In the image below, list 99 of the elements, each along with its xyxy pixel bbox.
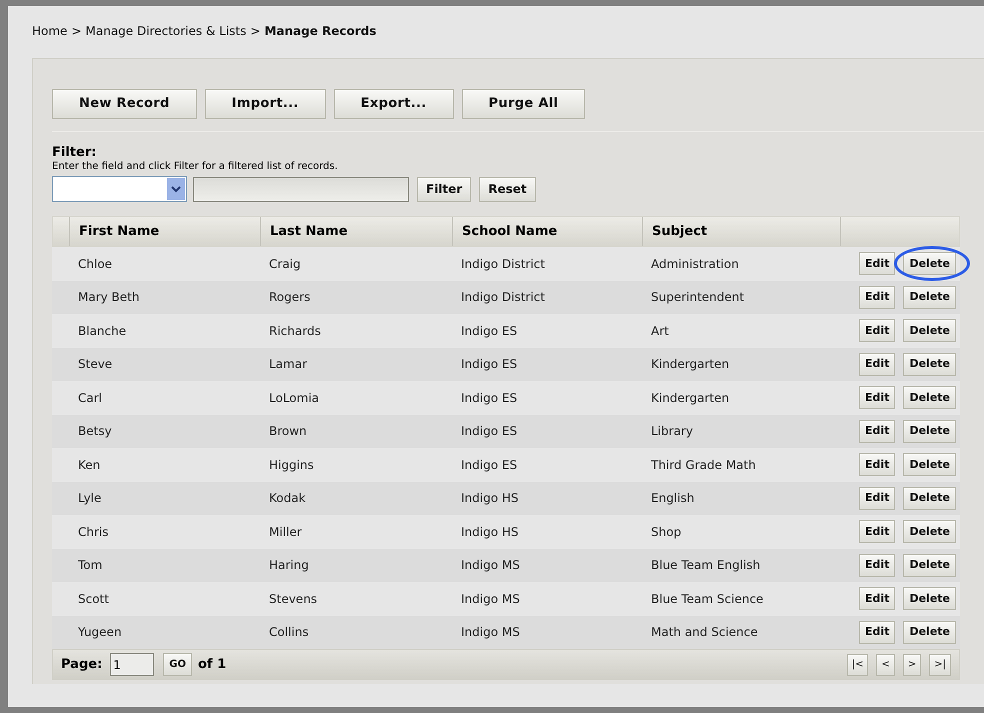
edit-button[interactable]: Edit [859,520,896,544]
table-cell-text: Superintendent [650,289,746,306]
table-cell-text: Brown [268,423,308,440]
table-cell-text: Indigo ES [460,423,518,440]
table-cell-text: Higgins [268,456,315,474]
table-cell-text: Art [650,322,670,340]
table-cell-text: Indigo District [460,256,546,273]
pager-nav-button[interactable]: < [876,654,895,676]
table-cell-text: Math and Science [650,624,759,642]
delete-button[interactable]: Delete [903,386,956,410]
toolbar-button[interactable]: New Record [52,89,197,119]
filter-button[interactable]: Reset [479,176,536,202]
toolbar-button[interactable]: Import... [204,89,326,119]
edit-button[interactable]: Edit [859,252,896,276]
breadcrumb-link[interactable]: Manage Directories & Lists [86,22,246,40]
edit-button[interactable]: Edit [859,319,896,342]
table-cell-text: Miller [268,524,303,541]
table-cell-text: Lamar [268,356,308,374]
table-cell-text: Blanche [77,322,128,340]
table-cell-text: Indigo MS [460,590,521,608]
breadcrumb-link[interactable]: Home [32,22,68,40]
delete-button[interactable]: Delete [903,554,956,577]
table-cell-text: Rogers [268,289,312,306]
table-cell-text: Scott [77,590,110,608]
column-header[interactable]: Subject [643,217,841,246]
table-cell-text: English [650,490,696,508]
table-cell-text: Haring [268,557,310,574]
delete-button[interactable]: Delete [903,486,956,510]
delete-button[interactable]: Delete [903,620,956,644]
table-cell-text: Ken [77,456,102,474]
column-header[interactable]: School Name [453,217,643,246]
edit-button[interactable]: Edit [859,386,896,410]
edit-button[interactable]: Edit [859,352,896,376]
table-cell-text: Betsy [77,423,113,440]
page-input[interactable]: 1 [110,653,154,676]
table-cell-text: Shop [650,524,682,541]
table-cell-text: Kodak [268,490,307,508]
delete-button[interactable]: Delete [903,520,956,544]
breadcrumb-current: Manage Records [264,23,376,40]
delete-button[interactable]: Delete [903,352,956,376]
table-cell-text: Indigo HS [460,524,520,541]
table-cell-text: Chloe [77,256,114,273]
table-cell-text: Indigo ES [460,322,518,340]
column-header[interactable]: Last Name [261,217,453,246]
delete-button[interactable]: Delete [903,587,956,610]
table-cell-text: Indigo MS [460,557,521,574]
pager-nav-button[interactable]: |< [846,654,868,676]
table-cell-text: Stevens [268,590,318,608]
pager-nav-button[interactable]: > [902,654,922,676]
table-cell-text: Administration [650,256,740,273]
table-cell-text: Tom [77,557,104,574]
edit-button[interactable]: Edit [859,587,896,610]
breadcrumb-separator: > [250,23,260,40]
table-cell-text: Chris [77,524,110,541]
filter-button[interactable]: Filter [417,176,472,202]
table-cell-text: Indigo ES [460,356,518,374]
table-cell-text: Blue Team English [650,557,762,574]
filter-title: Filter: [52,146,98,160]
delete-button[interactable]: Delete [903,420,956,443]
delete-button[interactable]: Delete [903,252,956,276]
table-cell-text: Mary Beth [77,289,140,306]
table-cell-text: Indigo ES [460,390,518,407]
table-cell-text: Blue Team Science [650,590,764,608]
edit-button[interactable]: Edit [859,286,896,309]
table-cell-text: Lyle [77,490,102,508]
edit-button[interactable]: Edit [859,486,896,510]
table-cell-text: Collins [268,624,310,642]
table-cell-text: Indigo ES [460,456,518,474]
table-cell-text: Yugeen [77,624,123,642]
table-cell-text: Kindergarten [650,356,730,374]
edit-button[interactable]: Edit [859,620,896,644]
delete-button[interactable]: Delete [903,286,956,309]
table-cell-text: Library [650,423,694,440]
table-cell-text: LoLomia [268,390,320,407]
field-dropdown[interactable] [52,176,187,202]
delete-button[interactable]: Delete [903,453,956,476]
table-cell-text: Indigo District [460,289,546,306]
delete-button[interactable]: Delete [903,319,956,342]
table-cell-text: Indigo MS [460,624,521,642]
filter-input[interactable] [193,176,409,202]
table-cell-text: Carl [77,390,103,407]
breadcrumb-separator: > [71,23,82,40]
table-cell-text: Craig [268,256,302,273]
table-cell-text: Richards [268,322,322,340]
filter-hint: Enter the field and click Filter for a filtered list of records. [52,160,339,173]
table-cell-text: Steve [77,356,114,374]
column-header[interactable]: First Name [70,217,261,246]
page-total: of 1 [198,656,226,674]
edit-button[interactable]: Edit [859,453,896,476]
toolbar-button[interactable]: Export... [334,89,454,119]
table-cell-text: Third Grade Math [650,456,757,474]
toolbar-button[interactable]: Purge All [462,89,586,119]
go-button[interactable]: GO [163,653,192,676]
page-label: Page: [61,656,102,674]
pager-nav-button[interactable]: >| [929,654,951,676]
edit-button[interactable]: Edit [859,554,896,577]
table-cell-text: Kindergarten [650,390,730,407]
table-cell-text: Indigo HS [460,490,520,508]
edit-button[interactable]: Edit [859,420,896,443]
